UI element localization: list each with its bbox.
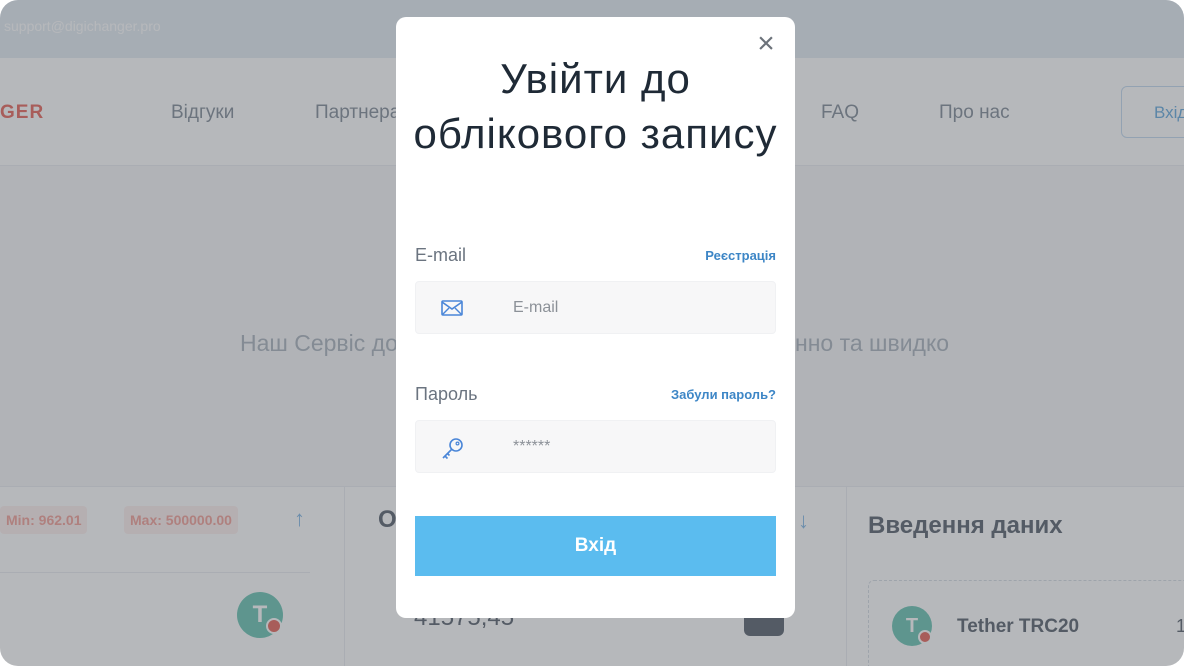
email-field-wrapper	[415, 281, 776, 334]
register-link[interactable]: Реєстрація	[705, 248, 776, 263]
email-label: E-mail	[415, 245, 467, 265]
email-input[interactable]	[513, 296, 763, 320]
modal-title: Увійти до облікового запису	[413, 55, 778, 157]
page-frame: support@digichanger.pro GER Відгуки Парт…	[0, 0, 1184, 666]
password-label: Пароль	[415, 384, 478, 404]
login-modal: × Увійти до облікового запису E-mail Реє…	[396, 17, 795, 618]
password-input[interactable]	[513, 435, 763, 459]
password-field-wrapper	[415, 420, 776, 473]
forgot-password-link[interactable]: Забули пароль?	[671, 387, 776, 402]
key-icon	[440, 437, 466, 460]
envelope-icon	[440, 298, 466, 320]
login-submit-button[interactable]: Вхід	[415, 516, 776, 576]
